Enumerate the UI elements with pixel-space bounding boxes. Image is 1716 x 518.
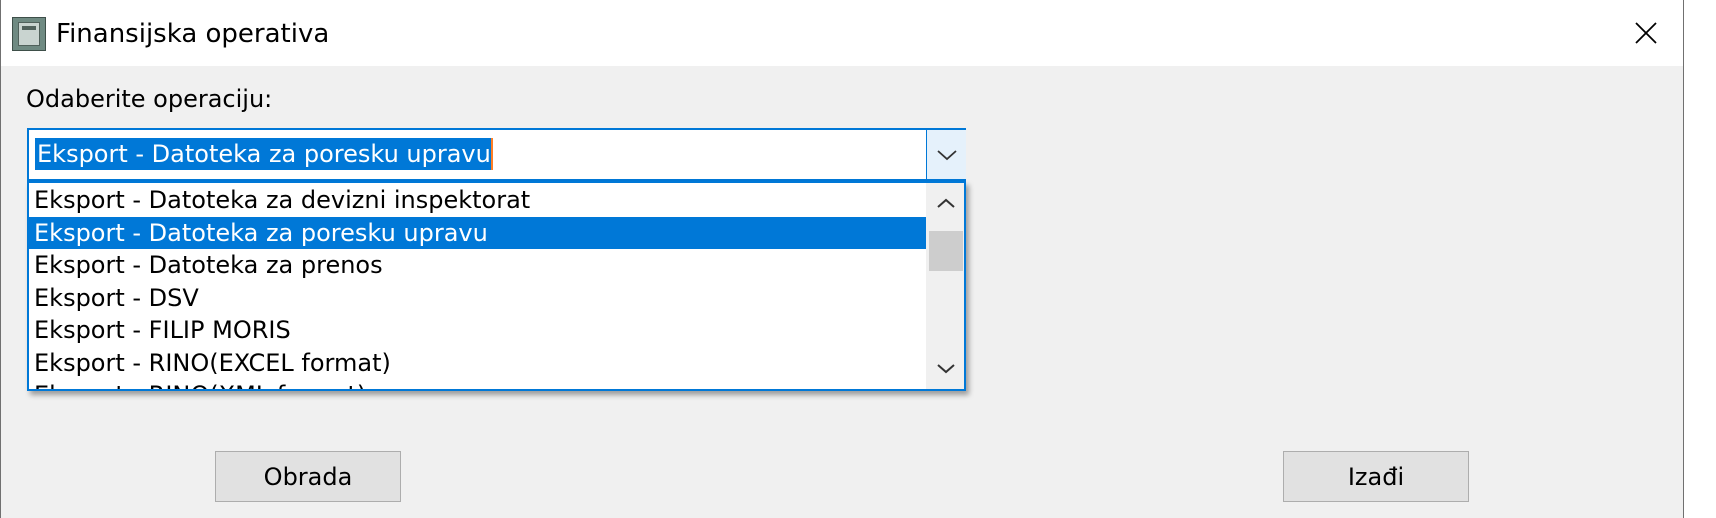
combobox-dropdown-button[interactable] xyxy=(926,130,966,179)
chevron-down-icon xyxy=(937,364,955,374)
dropdown-option[interactable]: Eksport - Datoteka za poresku upravu xyxy=(29,216,926,249)
close-button[interactable] xyxy=(1621,10,1671,56)
dropdown-option[interactable]: Eksport - Datoteka za prenos xyxy=(29,249,926,282)
operation-combobox[interactable]: Eksport - Datoteka za poresku upravu xyxy=(27,128,966,181)
combobox-selected-text[interactable]: Eksport - Datoteka za poresku upravu xyxy=(35,138,493,170)
izadi-button[interactable]: Izađi xyxy=(1283,451,1469,502)
text-caret xyxy=(491,138,493,170)
dropdown-option[interactable]: Eksport - Datoteka za devizni inspektora… xyxy=(29,184,926,217)
scroll-thumb[interactable] xyxy=(929,231,963,271)
scroll-down-button[interactable] xyxy=(926,349,964,389)
title-bar[interactable]: Finansijska operativa xyxy=(1,0,1683,66)
operation-dropdown-list[interactable]: Eksport - Datoteka za devizni inspektora… xyxy=(27,181,966,391)
dropdown-option[interactable]: Eksport - DSV xyxy=(29,282,926,315)
background-window xyxy=(1684,0,1716,518)
window-title: Finansijska operativa xyxy=(56,19,330,49)
chevron-down-icon xyxy=(936,149,957,160)
dropdown-items: Eksport - Datoteka za devizni inspektora… xyxy=(29,184,926,389)
obrada-button[interactable]: Obrada xyxy=(215,451,401,502)
chevron-up-icon xyxy=(937,198,955,208)
scroll-up-button[interactable] xyxy=(926,183,964,223)
close-icon xyxy=(1635,22,1657,44)
dropdown-option[interactable]: Eksport - RINO(XML format) xyxy=(29,379,926,389)
dropdown-option[interactable]: Eksport - RINO(EXCEL format) xyxy=(29,347,926,380)
operation-label: Odaberite operaciju: xyxy=(26,85,273,113)
finansijska-operativa-dialog: Finansijska operativa Odaberite operacij… xyxy=(0,0,1684,518)
dropdown-option[interactable]: Eksport - FILIP MORIS xyxy=(29,314,926,347)
app-icon xyxy=(12,17,46,51)
dropdown-scrollbar[interactable] xyxy=(926,183,964,389)
